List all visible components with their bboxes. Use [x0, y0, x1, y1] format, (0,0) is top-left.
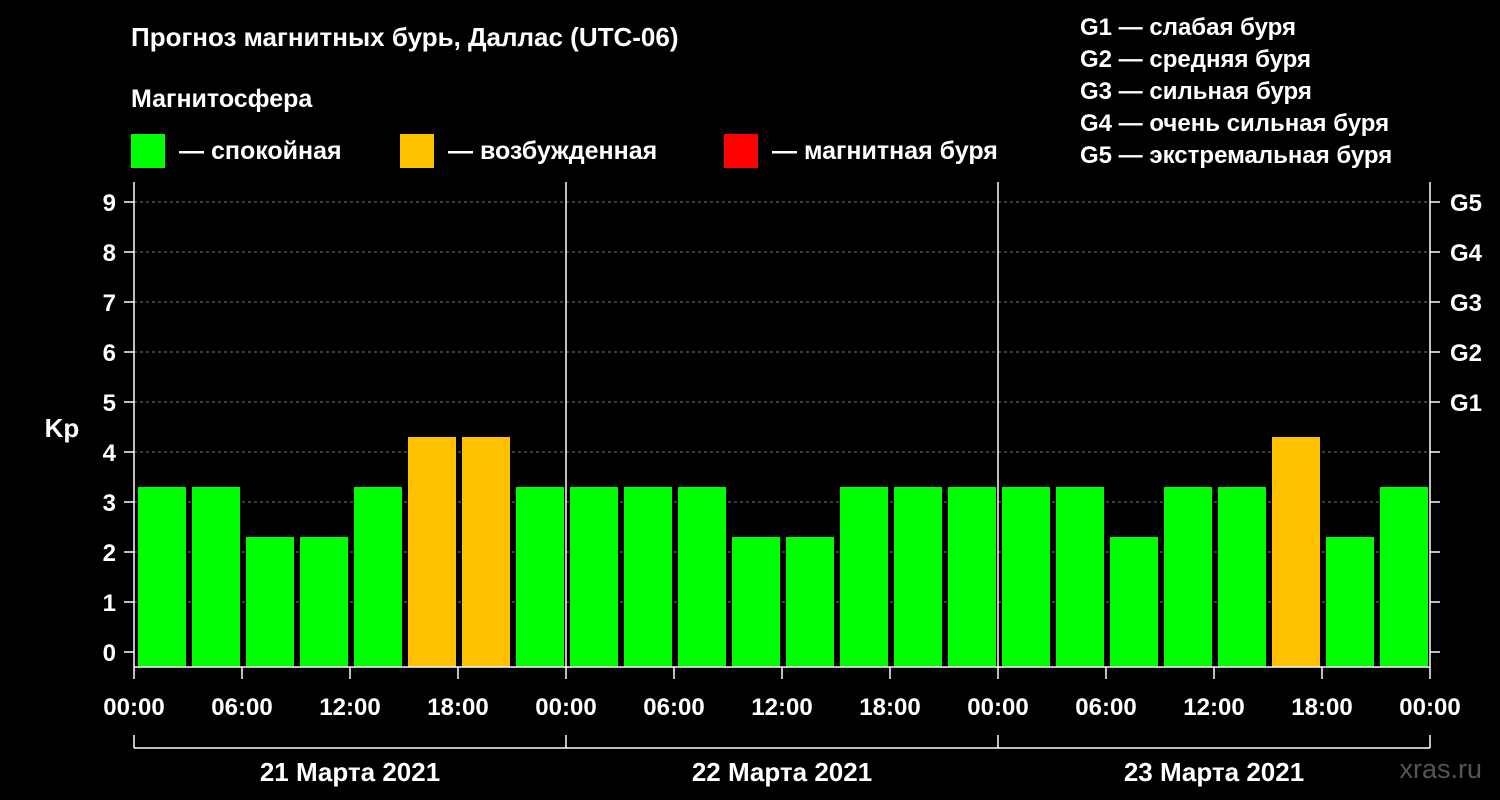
day-label-2: 23 Марта 2021	[1124, 757, 1304, 787]
x-tick-label-6: 12:00	[751, 694, 812, 721]
day-label-1: 22 Марта 2021	[692, 757, 872, 787]
x-tick-label-12: 00:00	[1399, 694, 1460, 721]
x-tick-label-7: 18:00	[859, 694, 920, 721]
g-scale-label-g4: G4	[1450, 240, 1483, 267]
y-tick-label-7: 7	[103, 290, 116, 317]
g-scale-label-g2: G2	[1450, 340, 1482, 367]
y-axis-label: Kp	[45, 413, 80, 443]
y-tick-label-1: 1	[103, 590, 116, 617]
kp-bar-11	[732, 537, 780, 667]
day-label-0: 21 Марта 2021	[260, 757, 440, 787]
g-scale-label-g1: G1	[1450, 390, 1482, 417]
kp-bar-13	[840, 487, 888, 667]
kp-bar-23	[1380, 487, 1428, 667]
kp-bar-9	[624, 487, 672, 667]
kp-bar-3	[300, 537, 348, 667]
kp-bar-12	[786, 537, 834, 667]
kp-bar-18	[1110, 537, 1158, 667]
x-tick-label-9: 06:00	[1075, 694, 1136, 721]
kp-bar-20	[1218, 487, 1266, 667]
kp-bar-22	[1326, 537, 1374, 667]
x-tick-label-3: 18:00	[427, 694, 488, 721]
watermark: xras.ru	[1399, 754, 1482, 784]
x-tick-label-2: 12:00	[319, 694, 380, 721]
kp-bar-1	[192, 487, 240, 667]
kp-bar-15	[948, 487, 996, 667]
kp-bar-4	[354, 487, 402, 667]
kp-bar-17	[1056, 487, 1104, 667]
y-tick-label-2: 2	[103, 540, 116, 567]
y-tick-label-6: 6	[103, 340, 116, 367]
kp-bar-chart: 0 1 2 3 4 5 6 7 8 9 G1 G2 G3 G4 G5 Kp 00:00 06:00 12:00 18:…	[45, 182, 1483, 787]
g-scale-label-g3: G3	[1450, 290, 1482, 317]
kp-bar-21	[1272, 437, 1320, 667]
x-tick-label-5: 06:00	[643, 694, 704, 721]
kp-bar-8	[570, 487, 618, 667]
kp-bar-10	[678, 487, 726, 667]
kp-bar-0	[138, 487, 186, 667]
x-tick-label-0: 00:00	[103, 694, 164, 721]
kp-bar-19	[1164, 487, 1212, 667]
kp-bar-16	[1002, 487, 1050, 667]
kp-bar-5	[408, 437, 456, 667]
y-tick-label-8: 8	[103, 240, 116, 267]
x-tick-label-11: 18:00	[1291, 694, 1352, 721]
kp-bar-14	[894, 487, 942, 667]
kp-bar-6	[462, 437, 510, 667]
x-tick-label-10: 12:00	[1183, 694, 1244, 721]
g-scale-label-g5: G5	[1450, 190, 1482, 217]
x-tick-label-4: 00:00	[535, 694, 596, 721]
y-tick-label-3: 3	[103, 490, 116, 517]
y-tick-label-4: 4	[103, 440, 117, 467]
kp-bar-2	[246, 537, 294, 667]
x-tick-label-8: 00:00	[967, 694, 1028, 721]
y-tick-label-9: 9	[103, 190, 116, 217]
y-tick-label-0: 0	[103, 640, 116, 667]
kp-bar-7	[516, 487, 564, 667]
x-tick-label-1: 06:00	[211, 694, 272, 721]
y-tick-label-5: 5	[103, 390, 116, 417]
